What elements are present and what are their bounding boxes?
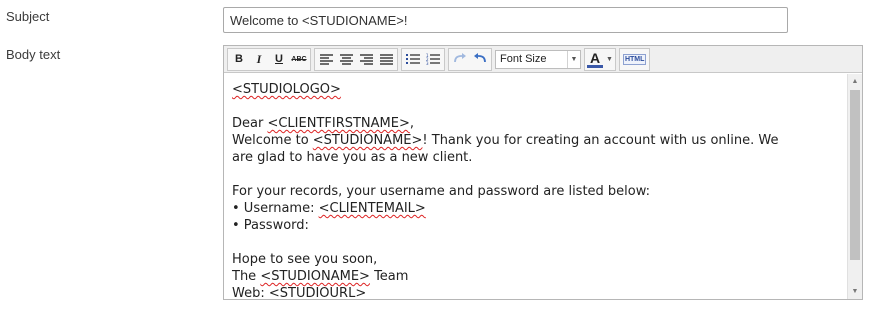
bullet-list-button[interactable] (403, 50, 423, 69)
svg-text:3: 3 (426, 61, 429, 65)
font-color-button[interactable]: A ▼ (584, 47, 616, 71)
placeholder-token: <CLIENTFIRSTNAME> (267, 116, 410, 131)
body-line: • Username: <CLIENTEMAIL> (232, 200, 839, 217)
editor-content[interactable]: <STUDIOLOGO> Dear <CLIENTFIRSTNAME>, Wel… (224, 74, 847, 299)
body-text: Dear (232, 116, 268, 131)
html-source-button[interactable]: HTML (618, 47, 651, 71)
format-group: B I U ABC (227, 47, 311, 71)
body-line: The <STUDIONAME> Team (232, 268, 839, 285)
editor-toolbar: B I U ABC 123 Font Size ▼ A ▼ HTML (224, 46, 862, 73)
undo-button[interactable] (470, 50, 490, 69)
align-center-icon (339, 53, 353, 65)
body-line: For your records, your username and pass… (232, 184, 651, 199)
align-right-icon (359, 53, 373, 65)
scroll-up-icon[interactable]: ▲ (848, 74, 862, 89)
body-text: Team (369, 269, 409, 284)
justify-button[interactable] (376, 50, 396, 69)
font-size-select[interactable]: Font Size ▼ (495, 49, 581, 69)
scrollbar-thumb[interactable] (850, 90, 860, 260)
align-right-button[interactable] (356, 50, 376, 69)
strikethrough-button[interactable]: ABC (289, 50, 309, 69)
subject-input[interactable] (223, 7, 788, 33)
redo-icon (454, 53, 466, 63)
align-left-button[interactable] (316, 50, 336, 69)
html-icon: HTML (622, 53, 647, 65)
history-group (448, 47, 492, 71)
placeholder-token: <STUDIOURL> (268, 286, 367, 299)
bullet-list-icon (406, 54, 420, 64)
font-color-icon: A (587, 51, 603, 68)
subject-label: Subject (6, 9, 50, 24)
placeholder-token: <STUDIOLOGO> (232, 82, 341, 97)
list-group: 123 (401, 47, 445, 71)
placeholder-token: <STUDIONAME> (312, 133, 423, 148)
italic-button[interactable]: I (249, 50, 269, 69)
body-text: • Username: (232, 201, 319, 216)
body-text: , (409, 116, 414, 131)
chevron-down-icon: ▼ (567, 50, 580, 68)
align-group (314, 47, 398, 71)
underline-button[interactable]: U (269, 50, 289, 69)
body-line: Web: <STUDIOURL> (232, 285, 839, 299)
numbered-list-icon: 123 (426, 53, 440, 65)
body-text: The (232, 269, 261, 284)
justify-icon (379, 53, 393, 65)
placeholder-token: <STUDIONAME> (260, 269, 370, 284)
placeholder-token: <CLIENTEMAIL> (318, 201, 426, 216)
body-line: are glad to have you as a new client. (232, 150, 473, 165)
undo-icon (474, 53, 486, 63)
numbered-list-button[interactable]: 123 (423, 50, 443, 69)
body-text: Welcome to (232, 133, 313, 148)
body-line: Hope to see you soon, (232, 252, 378, 267)
rich-text-editor: B I U ABC 123 Font Size ▼ A ▼ HTML <STUD… (223, 45, 863, 300)
body-text: Web: (232, 286, 269, 299)
redo-button[interactable] (450, 50, 470, 69)
body-line: • Password: (232, 218, 309, 233)
font-size-value: Font Size (500, 53, 547, 65)
editor-scrollbar[interactable]: ▲ ▼ (847, 74, 862, 299)
body-line: Welcome to <STUDIONAME>! Thank you for c… (232, 132, 839, 149)
scroll-down-icon[interactable]: ▼ (848, 284, 862, 299)
align-left-icon (319, 53, 333, 65)
body-text: ! Thank you for creating an account with… (422, 133, 779, 148)
body-line: Dear <CLIENTFIRSTNAME>, (232, 115, 839, 132)
align-center-button[interactable] (336, 50, 356, 69)
body-line: <STUDIOLOGO> (232, 81, 839, 98)
body-text-label: Body text (6, 47, 61, 62)
chevron-down-icon: ▼ (606, 55, 613, 63)
bold-button[interactable]: B (229, 50, 249, 69)
